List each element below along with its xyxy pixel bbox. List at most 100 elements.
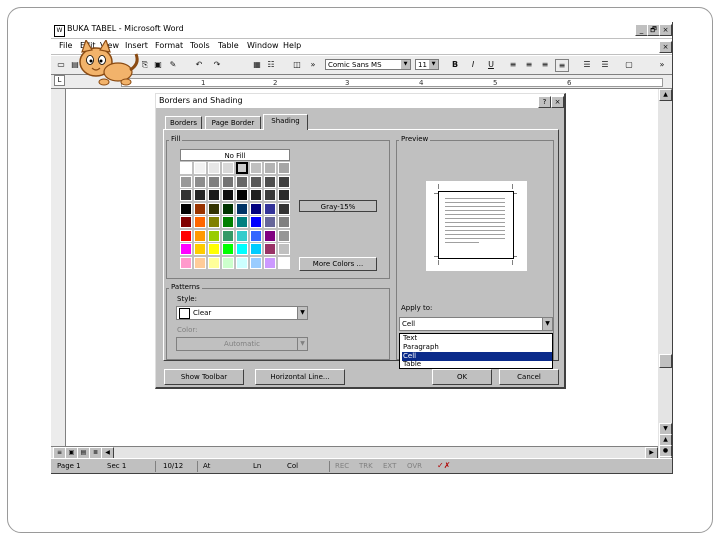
color-swatch[interactable] — [194, 243, 206, 255]
undo-icon[interactable]: ↶ — [193, 59, 205, 70]
doc-close-button[interactable]: × — [659, 41, 672, 53]
color-swatch[interactable] — [250, 189, 262, 201]
show-toolbar-button[interactable]: Show Toolbar — [164, 369, 244, 385]
status-ovr[interactable]: OVR — [407, 462, 422, 470]
color-swatch[interactable] — [222, 189, 234, 201]
dialog-title-bar[interactable]: Borders and Shading ? × — [156, 94, 564, 108]
tab-shading[interactable]: Shading — [263, 114, 308, 130]
scroll-up-icon[interactable]: ▲ — [659, 89, 672, 101]
justify-icon[interactable]: ≡ — [555, 59, 569, 72]
color-swatch[interactable] — [208, 202, 220, 215]
tables-icon[interactable]: ▦ — [251, 59, 263, 70]
font-size-box[interactable]: 11 ▼ — [415, 59, 439, 70]
color-swatch[interactable] — [208, 162, 220, 174]
color-swatch[interactable] — [208, 229, 220, 242]
align-center-icon[interactable]: ≡ — [523, 59, 535, 70]
color-swatch[interactable] — [264, 162, 276, 174]
color-swatch[interactable] — [208, 256, 220, 269]
paste-icon[interactable]: ▣ — [152, 59, 164, 70]
color-swatch[interactable] — [180, 216, 192, 228]
color-swatch[interactable] — [222, 256, 234, 269]
color-swatch[interactable] — [278, 256, 290, 269]
color-swatch[interactable] — [222, 175, 234, 188]
align-left-icon[interactable]: ≡ — [507, 59, 519, 70]
color-swatch[interactable] — [236, 229, 248, 242]
cancel-button[interactable]: Cancel — [499, 369, 559, 385]
format-painter-icon[interactable]: ✎ — [167, 59, 179, 70]
color-swatch[interactable] — [236, 175, 248, 188]
color-swatch[interactable] — [250, 175, 262, 188]
status-rec[interactable]: REC — [335, 462, 349, 470]
color-swatch[interactable] — [264, 216, 276, 228]
menu-window[interactable]: Window — [247, 41, 279, 50]
no-fill-button[interactable]: No Fill — [180, 149, 290, 161]
color-swatch[interactable] — [222, 229, 234, 242]
color-swatch[interactable] — [278, 175, 290, 188]
color-swatch[interactable] — [180, 162, 192, 174]
color-swatch[interactable] — [180, 229, 192, 242]
color-swatch[interactable] — [180, 202, 192, 215]
color-swatch[interactable] — [222, 202, 234, 215]
redo-icon[interactable]: ↷ — [211, 59, 223, 70]
color-swatch[interactable] — [278, 216, 290, 228]
color-swatch[interactable] — [236, 243, 248, 255]
color-swatch[interactable] — [250, 202, 262, 215]
drawing-icon[interactable]: ◫ — [291, 59, 303, 70]
vertical-scrollbar[interactable]: ▲ ▼ ▲ ● ▼ — [658, 89, 672, 468]
menu-tools[interactable]: Tools — [190, 41, 210, 50]
font-name-box[interactable]: Comic Sans MS ▼ — [325, 59, 411, 70]
color-swatch[interactable] — [194, 229, 206, 242]
color-swatch[interactable] — [180, 243, 192, 255]
color-swatch[interactable] — [208, 243, 220, 255]
color-swatch[interactable] — [180, 175, 192, 188]
spelling-status-icon[interactable]: ✓✗ — [437, 460, 450, 471]
color-swatch[interactable] — [222, 216, 234, 228]
color-swatch[interactable] — [222, 243, 234, 255]
menu-file[interactable]: File — [59, 41, 72, 50]
color-swatch[interactable] — [180, 189, 192, 201]
color-swatch[interactable] — [236, 216, 248, 228]
horizontal-line-button[interactable]: Horizontal Line... — [255, 369, 345, 385]
color-swatch[interactable] — [194, 189, 206, 201]
color-swatch[interactable] — [194, 175, 206, 188]
color-swatch[interactable] — [264, 229, 276, 242]
color-swatch[interactable] — [250, 256, 262, 269]
status-ext[interactable]: EXT — [383, 462, 396, 470]
tab-selector-icon[interactable]: L — [54, 75, 65, 86]
color-swatch[interactable] — [236, 162, 248, 174]
color-swatch[interactable] — [236, 256, 248, 269]
color-swatch[interactable] — [264, 256, 276, 269]
color-swatch[interactable] — [264, 189, 276, 201]
color-swatch[interactable] — [278, 243, 290, 255]
color-swatch[interactable] — [250, 162, 262, 174]
more-colors-button[interactable]: More Colors ... — [299, 257, 377, 271]
color-swatch[interactable] — [250, 229, 262, 242]
scroll-thumb[interactable] — [659, 354, 672, 368]
italic-button[interactable]: I — [467, 59, 479, 70]
apply-option-paragraph[interactable]: Paragraph — [402, 343, 552, 352]
color-swatch[interactable] — [278, 202, 290, 215]
new-icon[interactable]: ▭ — [55, 59, 67, 70]
underline-button[interactable]: U — [485, 59, 497, 70]
columns-icon[interactable]: ☷ — [265, 59, 277, 70]
borders-icon[interactable]: ▢ — [623, 59, 635, 70]
apply-to-dropdown[interactable]: Cell ▼ — [399, 317, 553, 331]
color-swatch[interactable] — [278, 189, 290, 201]
color-swatch[interactable] — [222, 162, 234, 174]
bold-button[interactable]: B — [449, 59, 461, 70]
title-bar[interactable]: W BUKA TABEL - Microsoft Word _ 🗗 × — [51, 22, 672, 39]
status-trk[interactable]: TRK — [359, 462, 373, 470]
menu-help[interactable]: Help — [283, 41, 301, 50]
horizontal-scrollbar[interactable]: ≡ ▣ ▤ ≣ ◀ ▶ — [51, 446, 658, 459]
color-swatch[interactable] — [278, 229, 290, 242]
color-swatch[interactable] — [208, 175, 220, 188]
color-swatch[interactable] — [236, 202, 248, 215]
color-swatch[interactable] — [278, 162, 290, 174]
color-swatch[interactable] — [208, 216, 220, 228]
help-button[interactable]: ? — [538, 96, 551, 108]
color-swatch[interactable] — [264, 202, 276, 215]
style-dropdown[interactable]: Clear ▼ — [176, 306, 308, 320]
toolbar-more-icon[interactable]: » — [656, 59, 668, 70]
menu-format[interactable]: Format — [155, 41, 183, 50]
dialog-close-button[interactable]: × — [551, 96, 564, 108]
